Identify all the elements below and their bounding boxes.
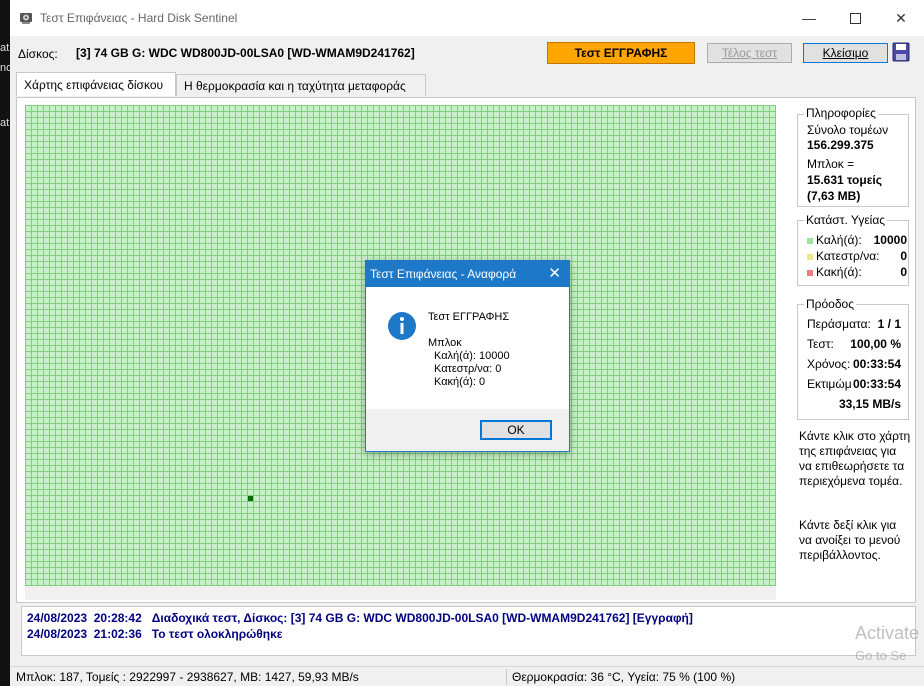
minimize-icon: — <box>802 10 816 26</box>
dialog-heading: Τεστ ΕΓΓΡΑΦΗΣ <box>428 311 510 323</box>
event-log[interactable]: 24/08/2023 20:28:42 Διαδοχικά τεστ, Δίσκ… <box>21 606 916 656</box>
damaged-legend-icon <box>807 253 813 260</box>
health-bad-row: Κακή(ά): 0 <box>807 265 907 279</box>
desktop-fragment: at <box>0 117 10 129</box>
bad-legend-icon <box>807 269 813 276</box>
dialog-close-button[interactable]: ✕ <box>548 264 561 282</box>
info-icon <box>388 312 416 340</box>
hard-disk-sentinel-icon <box>20 13 32 24</box>
block-size: (7,63 MB) <box>807 189 861 203</box>
tab-surface-map[interactable]: Χάρτης επιφάνειας δίσκου <box>16 72 176 96</box>
good-legend-icon <box>807 237 813 244</box>
test-progress-row: Τεστ: 100,00 % <box>807 337 901 351</box>
dialog-bad-count: Κακή(ά): 0 <box>434 376 486 388</box>
estimated-value: 00:33:54 <box>852 377 901 391</box>
health-good-row: Καλή(ά): 10000 <box>807 233 907 247</box>
info-group: Πληροφορίες Σύνολο τομέων 156.299.375 Μπ… <box>797 106 909 207</box>
info-title: Πληροφορίες <box>804 106 878 120</box>
health-damaged-row: Κατεστρ/να: 0 <box>807 249 907 263</box>
save-icon[interactable] <box>892 42 910 62</box>
map-footer <box>25 586 776 600</box>
time-row: Χρόνος: 00:33:54 <box>807 357 901 371</box>
activation-watermark: Activate <box>855 623 920 643</box>
health-title: Κατάστ. Υγείας <box>804 213 888 227</box>
temperature-health-status: Θερμοκρασία: 36 °C, Υγεία: 75 % (100 %) <box>512 670 736 684</box>
window-close-button[interactable]: ✕ <box>878 0 924 36</box>
block-label: Μπλοκ = <box>807 157 855 171</box>
log-entry: 24/08/2023 21:02:36 Το τεστ ολοκληρώθηκε <box>27 627 283 641</box>
status-separator <box>506 669 507 685</box>
dialog-good-count: Καλή(ά): 10000 <box>434 350 510 362</box>
health-group: Κατάστ. Υγείας Καλή(ά): 10000 Κατεστρ/να… <box>797 213 909 286</box>
block-sectors: 15.631 τομείς <box>807 173 882 187</box>
window-title: Τεστ Επιφάνειας - Hard Disk Sentinel <box>40 11 238 25</box>
current-block-marker <box>248 496 253 501</box>
left-click-hint: Κάντε κλικ στο χάρτη της επιφάνειας για … <box>799 429 911 488</box>
close-icon: ✕ <box>548 265 561 282</box>
ok-button[interactable]: OK <box>480 420 552 440</box>
total-sectors-value: 156.299.375 <box>807 138 874 152</box>
surface-test-report-dialog: Τεστ Επιφάνειας - Αναφορά ✕ Τεστ ΕΓΓΡΑΦΗ… <box>365 260 570 452</box>
progress-title: Πρόοδος <box>804 297 856 311</box>
activation-watermark-sub: Go to Se <box>855 648 907 663</box>
damaged-count: 0 <box>900 249 907 263</box>
desktop-background: at nc at <box>0 0 12 686</box>
tab-temperature-speed[interactable]: Η θερμοκρασία και η ταχύτητα μεταφοράς <box>176 74 426 96</box>
progress-group: Πρόοδος Περάσματα: 1 / 1 Τεστ: 100,00 % … <box>797 297 909 420</box>
good-count: 10000 <box>873 233 907 247</box>
speed-value: 33,15 MB/s <box>838 397 901 411</box>
dialog-damaged-count: Κατεστρ/να: 0 <box>434 363 502 375</box>
right-click-hint: Κάντε δεξί κλικ για να ανοίξει το μενού … <box>799 518 901 562</box>
maximize-button[interactable] <box>832 0 878 36</box>
maximize-icon <box>849 12 861 24</box>
dialog-body: Τεστ ΕΓΓΡΑΦΗΣ Μπλοκ Καλή(ά): 10000 Κατεσ… <box>366 287 569 409</box>
minimize-button[interactable]: — <box>786 0 832 36</box>
dialog-footer: OK <box>366 409 569 451</box>
desktop-fragment: at <box>0 42 10 54</box>
dialog-block-label: Μπλοκ <box>428 337 462 349</box>
bad-count: 0 <box>900 265 907 279</box>
end-test-button[interactable]: Τέλος τεστ <box>707 43 792 63</box>
passes-row: Περάσματα: 1 / 1 <box>807 317 901 331</box>
close-button[interactable]: Κλείσιμο <box>803 43 888 63</box>
dialog-title: Τεστ Επιφάνειας - Αναφορά <box>370 267 517 281</box>
dialog-title-bar[interactable]: Τεστ Επιφάνειας - Αναφορά ✕ <box>366 261 569 287</box>
title-bar[interactable]: Τεστ Επιφάνειας - Hard Disk Sentinel — ✕ <box>10 0 924 36</box>
status-bar: Μπλοκ: 187, Τομείς : 2922997 - 2938627, … <box>10 666 924 686</box>
passes-value: 1 / 1 <box>877 317 901 331</box>
close-icon: ✕ <box>895 9 907 26</box>
log-entry: 24/08/2023 20:28:42 Διαδοχικά τεστ, Δίσκ… <box>27 611 693 625</box>
block-status: Μπλοκ: 187, Τομείς : 2922997 - 2938627, … <box>16 670 359 684</box>
disk-label: Δίσκος: <box>18 47 58 61</box>
total-sectors-label: Σύνολο τομέων <box>807 123 889 137</box>
disk-selector[interactable]: [3] 74 GB G: WDC WD800JD-00LSA0 [WD-WMAM… <box>76 46 415 60</box>
write-test-button[interactable]: Τεστ ΕΓΓΡΑΦΗΣ <box>547 42 695 64</box>
time-value: 00:33:54 <box>852 357 901 371</box>
estimated-row: Εκτιμώμ 00:33:54 <box>807 377 901 391</box>
test-progress-value: 100,00 % <box>850 337 901 351</box>
